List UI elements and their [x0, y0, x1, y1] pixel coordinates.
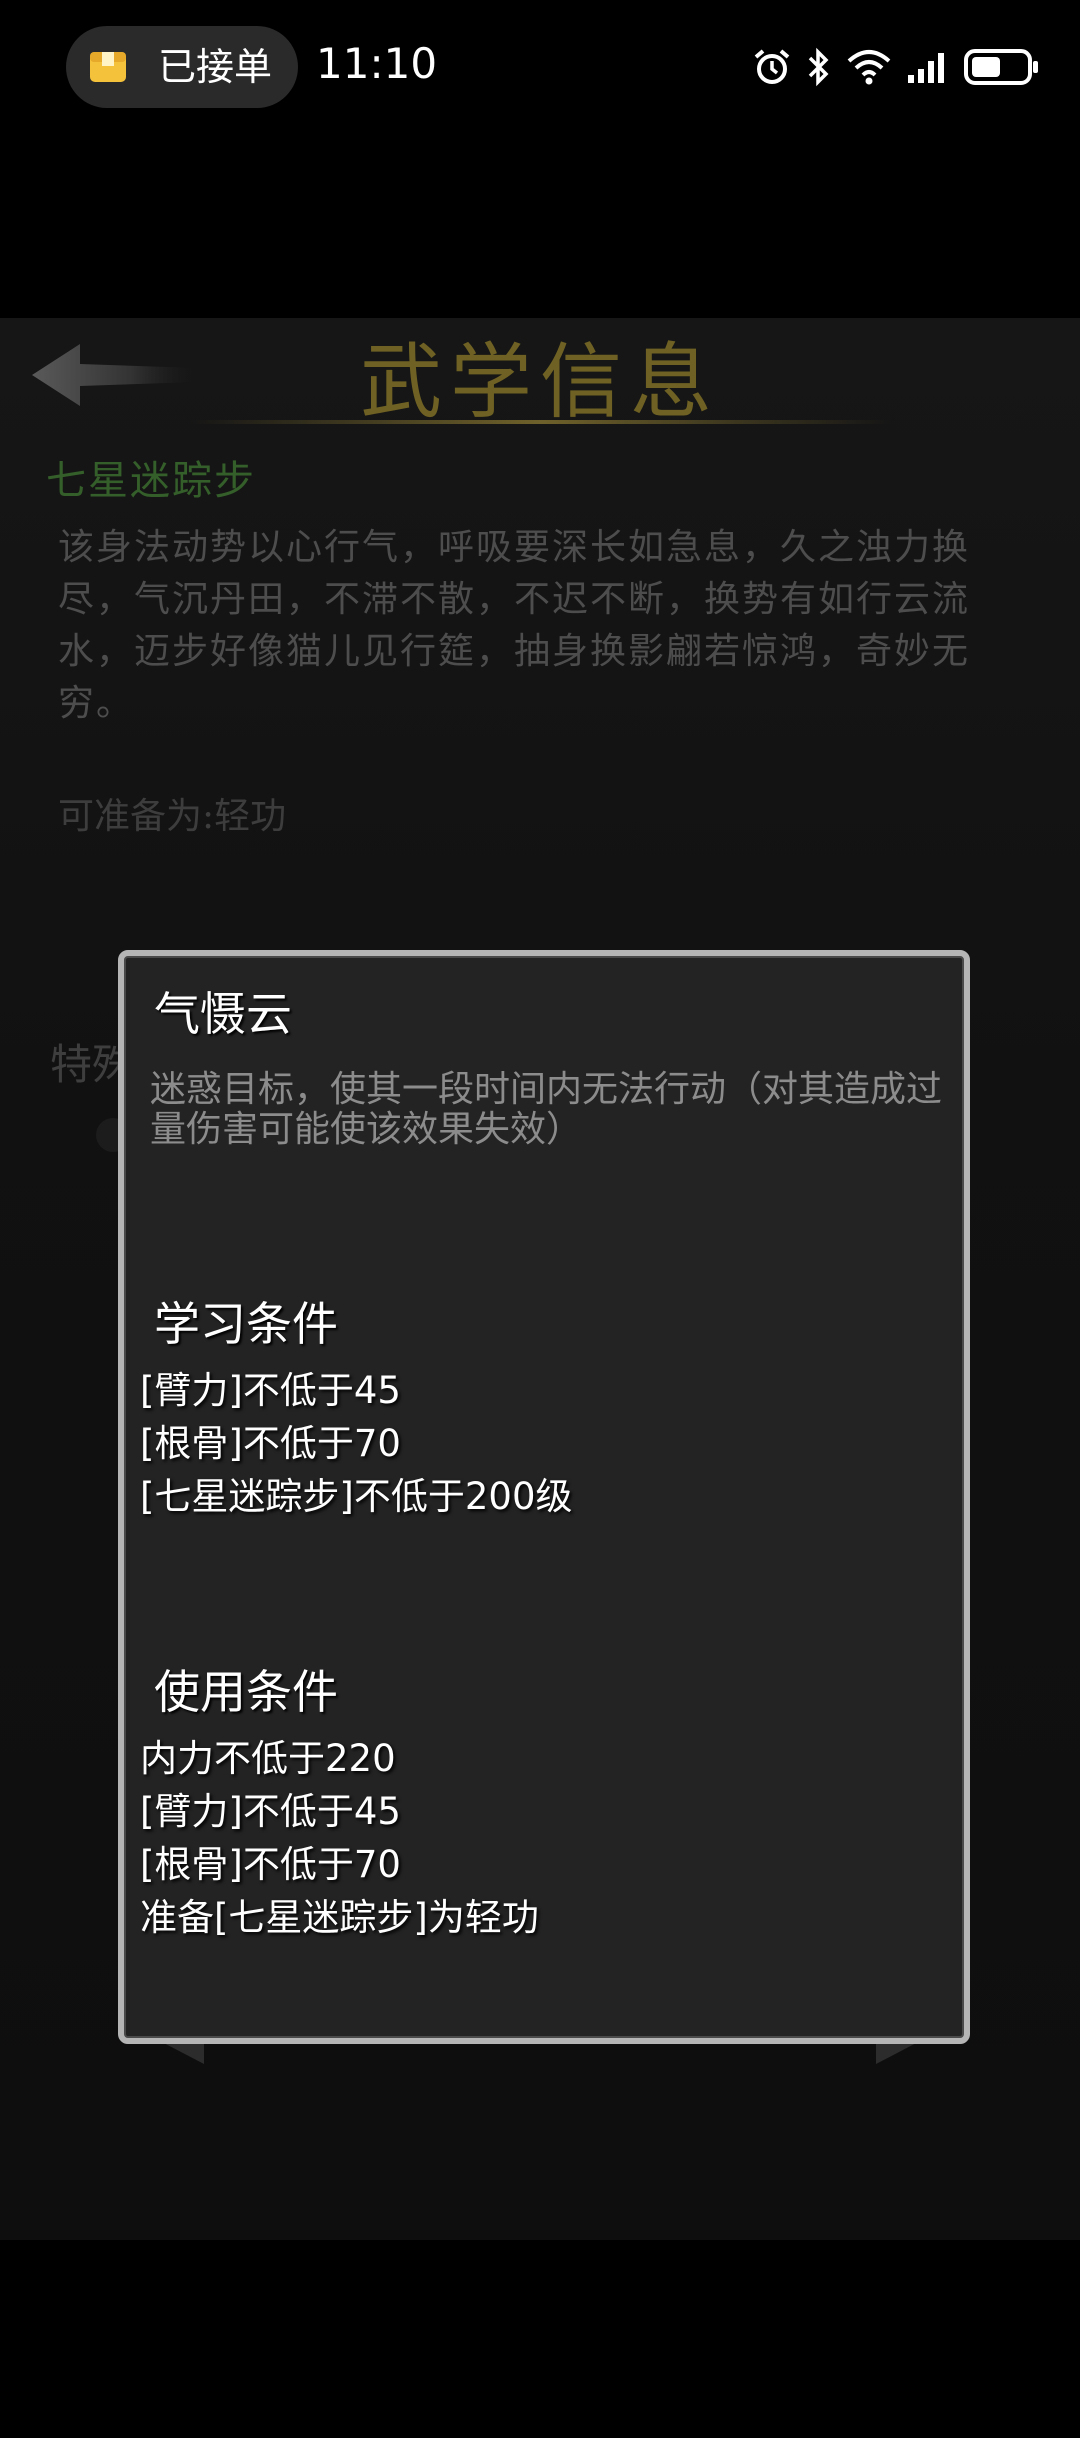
move-name: 气慑云: [154, 987, 292, 1041]
use-condition: 内力不低于220: [140, 1737, 396, 1780]
status-icons: [752, 42, 1040, 92]
battery-icon: [964, 49, 1038, 85]
clock: 11:10: [316, 39, 438, 88]
learn-conditions-heading: 学习条件: [154, 1297, 338, 1351]
screen: 已接单 11:10 武学信息 七星迷踪步 该身法动势以心行气，呼吸要深长如急息，…: [0, 0, 1080, 2438]
use-conditions-list: 内力不低于220 [臂力]不低于45 [根骨]不低于70 准备[七星迷踪步]为轻…: [140, 1732, 539, 1944]
move-effect: 迷惑目标，使其一段时间内无法行动（对其造成过量伤害可能使该效果失效）: [150, 1069, 943, 1150]
title-divider: [190, 420, 890, 424]
use-condition: [根骨]不低于70: [140, 1843, 401, 1886]
skill-name: 七星迷踪步: [46, 458, 256, 504]
learn-condition: [臂力]不低于45: [140, 1369, 401, 1412]
signal-icon: [908, 53, 944, 83]
notification-text: 已接单: [158, 45, 273, 89]
wifi-icon: [847, 50, 891, 85]
use-condition: [臂力]不低于45: [140, 1790, 401, 1833]
use-conditions-heading: 使用条件: [154, 1665, 338, 1719]
delivery-box-icon: [90, 52, 126, 82]
status-bar: 已接单 11:10: [0, 0, 1080, 135]
notification-pill[interactable]: 已接单: [66, 26, 298, 108]
skill-description: 该身法动势以心行气，呼吸要深长如急息，久之浊力换尽，气沉丹田，不滞不散，不迟不断…: [58, 527, 971, 724]
learn-condition: [根骨]不低于70: [140, 1422, 401, 1465]
skill-tooltip-popup[interactable]: 气慑云 迷惑目标，使其一段时间内无法行动（对其造成过量伤害可能使该效果失效） 学…: [118, 950, 970, 2044]
learn-conditions-list: [臂力]不低于45 [根骨]不低于70 [七星迷踪步]不低于200级: [140, 1364, 573, 1523]
alarm-icon: [754, 49, 790, 84]
use-condition: 准备[七星迷踪步]为轻功: [140, 1896, 539, 1939]
learn-condition: [七星迷踪步]不低于200级: [140, 1475, 573, 1518]
skill-prep-type: 可准备为:轻功: [58, 796, 287, 837]
bluetooth-icon: [808, 47, 829, 87]
